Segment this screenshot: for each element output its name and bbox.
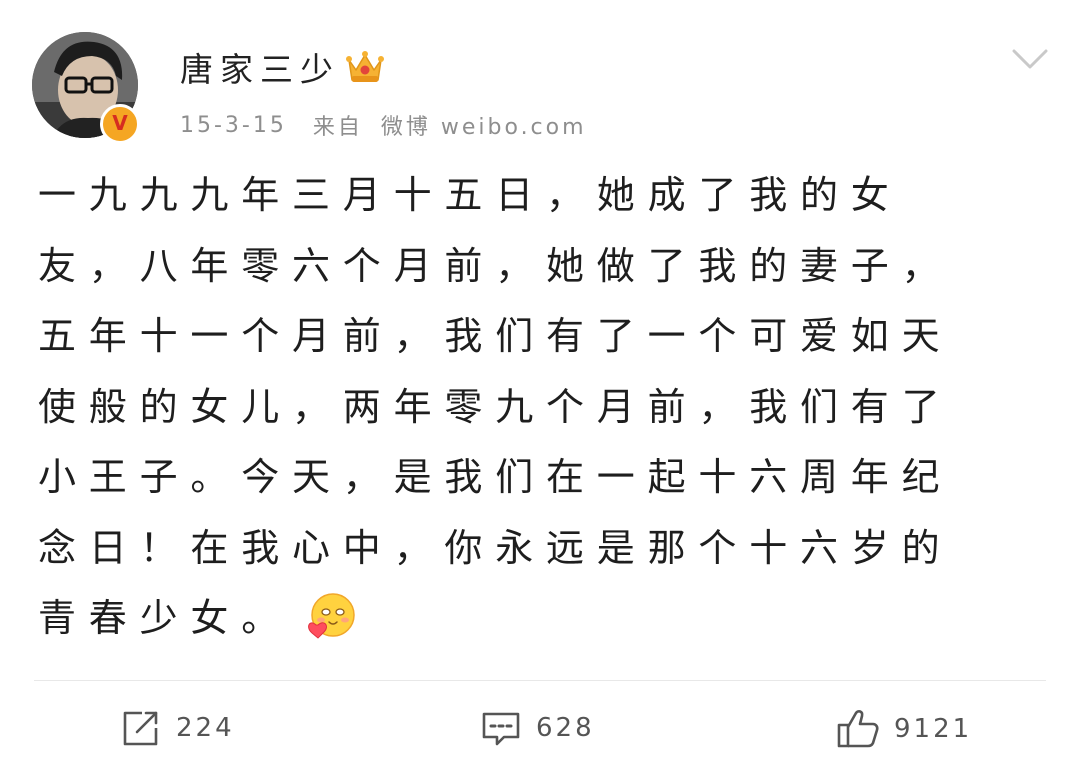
vip-crown-icon[interactable] <box>344 46 386 88</box>
post-text-line: 念日！在我心中，你永远是那个十六岁的 <box>38 525 953 570</box>
verified-badge: V <box>100 104 140 144</box>
post-text-line: 使般的女儿，两年零九个月前，我们有了 <box>38 384 953 429</box>
like-button[interactable]: 9121 <box>836 708 972 750</box>
comment-count: 628 <box>536 713 595 743</box>
repost-count: 224 <box>176 713 235 743</box>
post-text-line-last: 青春少女。 <box>38 583 1028 654</box>
like-count: 9121 <box>894 714 973 744</box>
action-bar: 224 628 9121 <box>0 700 1080 760</box>
post-text-line: 小王子。今天，是我们在一起十六周年纪 <box>38 455 953 499</box>
post-source[interactable]: 微博 weibo.com <box>381 109 587 141</box>
post-header: V 唐家三少 15-3-15 来自 微博 weibo.com <box>32 30 1052 146</box>
love-emoji-icon <box>308 593 355 639</box>
post-text-line: 友，八年零六个月前，她做了我的妻子， <box>38 243 953 288</box>
post-text-line: 一九九九年三月十五日，她成了我的女 <box>38 173 902 217</box>
post-date: 15-3-15 <box>180 112 287 138</box>
repost-button[interactable]: 224 <box>120 708 235 748</box>
chevron-down-icon[interactable] <box>1010 46 1050 72</box>
username-row: 唐家三少 <box>180 44 386 90</box>
verified-v-icon: V <box>112 111 128 135</box>
source-prefix: 来自 <box>312 115 363 140</box>
post-body: 一九九九年三月十五日，她成了我的女 友，八年零六个月前，她做了我的妻子， 五年十… <box>38 160 1028 654</box>
post-meta: 15-3-15 来自 微博 weibo.com <box>180 109 587 141</box>
author-name[interactable]: 唐家三少 <box>180 43 340 91</box>
post-text-line: 五年十一个月前，我们有了一个可爱如天 <box>38 314 953 358</box>
comment-button[interactable]: 628 <box>480 708 595 748</box>
comment-icon <box>482 712 520 746</box>
post-text-tail: 青春少女。 <box>38 596 293 640</box>
thumbs-up-icon <box>837 710 879 748</box>
divider <box>34 680 1046 681</box>
repost-icon <box>123 711 158 746</box>
